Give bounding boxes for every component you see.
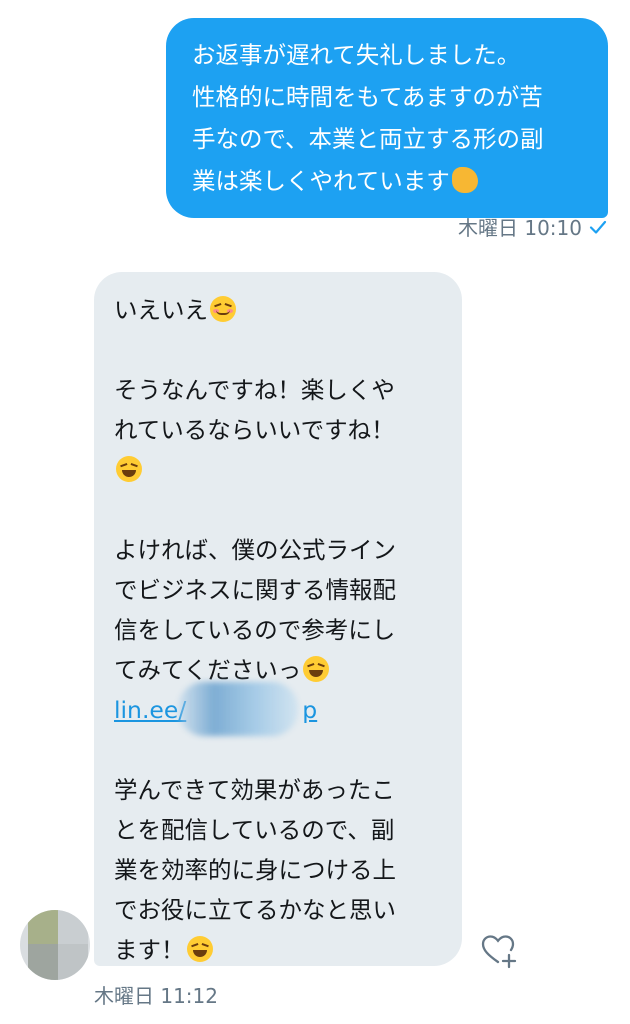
received-message-bubble[interactable]: いえいえ そうなんですね！楽しくや れているならいいですね！ よければ、僕の公式… [94, 272, 462, 966]
received-message-time: 木曜日 11:12 [94, 984, 218, 1008]
received-message-line: よければ、僕の公式ライン [114, 536, 396, 564]
sent-message-line: 業は楽しくやれています [192, 160, 584, 202]
received-message-line [114, 450, 442, 490]
sent-message-bubble[interactable]: お返事が遅れて失礼しました。 性格的に時間をもてあますのが苦 手なので、本業と両… [166, 18, 608, 218]
link-text: lin.ee/ [114, 696, 187, 724]
received-message-line: でお役に立てるかなと思い [114, 896, 396, 924]
heart-plus-icon[interactable] [478, 930, 518, 970]
received-message-line: でビジネスに関する情報配 [114, 576, 396, 604]
received-message-line: 学んできて効果があったこ [114, 776, 395, 804]
received-message-line: とを配信しているので、副 [114, 816, 395, 844]
received-message-line: 業を効率的に身につける上 [114, 856, 396, 884]
received-message-line: れているならいいですね！ [114, 416, 395, 444]
grinning-squinting-face-icon [186, 936, 213, 962]
sent-message-time: 木曜日 10:10 [458, 216, 582, 240]
sent-message-text: 業は楽しくやれています [192, 167, 450, 195]
received-text: てみてくださいっ [114, 656, 302, 684]
received-message-line: 信をしているので参考にし [114, 616, 396, 644]
smiling-face-blushing-icon [210, 296, 236, 322]
grinning-squinting-face-icon [303, 656, 330, 682]
flexed-biceps-icon [451, 167, 478, 193]
received-message-line: lin.ee/p [114, 682, 442, 736]
sent-message-line: お返事が遅れて失礼しました。 [192, 41, 521, 69]
sent-message-line: 性格的に時間をもてあますのが苦 [192, 83, 543, 111]
sent-message-meta: 木曜日 10:10 [458, 212, 608, 241]
received-text: いえいえ [114, 296, 208, 324]
link-text-tail: p [302, 696, 318, 724]
sent-message-line: 手なので、本業と両立する形の副 [192, 125, 544, 153]
check-icon [589, 220, 607, 234]
grinning-squinting-face-icon [116, 456, 142, 482]
avatar[interactable] [20, 910, 90, 980]
received-message-line: そうなんですね！楽しくや [114, 376, 395, 404]
received-message-line: ます！ [114, 930, 442, 970]
line-official-link[interactable]: lin.ee/p [114, 682, 318, 736]
redaction-blur [178, 682, 298, 736]
received-text: ます！ [114, 936, 185, 964]
received-message-line: いえいえ [114, 290, 442, 330]
